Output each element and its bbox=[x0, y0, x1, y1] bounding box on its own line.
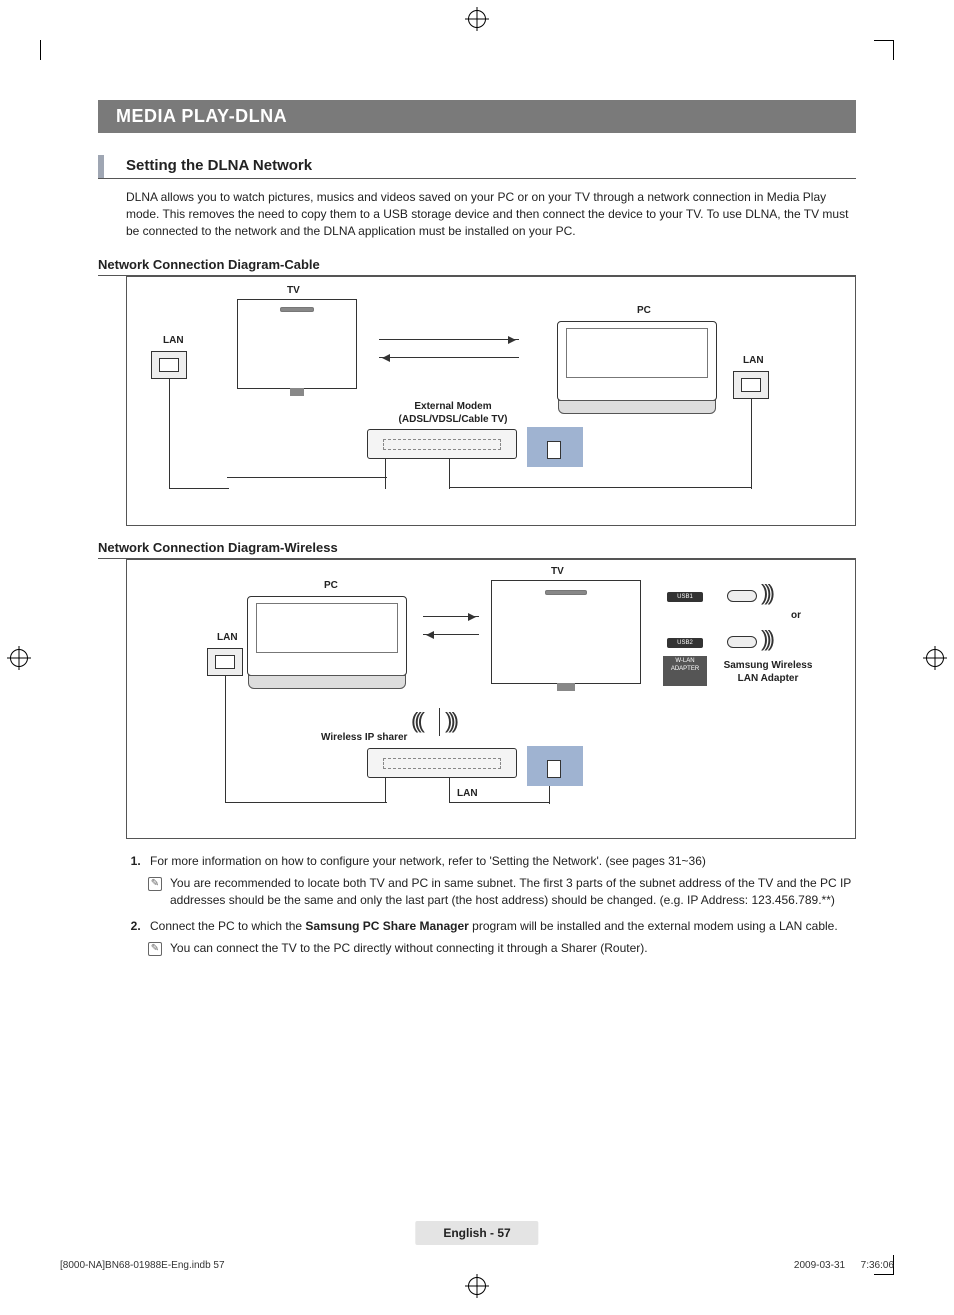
label-or: or bbox=[791, 610, 801, 621]
dongle-icon bbox=[727, 590, 757, 602]
arrow-icon bbox=[423, 634, 479, 635]
note-icon: ✎ bbox=[148, 942, 162, 956]
label-modem-2: (ADSL/VDSL/Cable TV) bbox=[383, 414, 523, 425]
modem-icon bbox=[367, 429, 517, 459]
cable-line bbox=[225, 676, 226, 802]
label-sharer: Wireless IP sharer bbox=[321, 732, 407, 743]
note-row: ✎ You are recommended to locate both TV … bbox=[144, 875, 856, 909]
note-icon: ✎ bbox=[148, 877, 162, 891]
label-lan-right: LAN bbox=[743, 355, 764, 366]
lan-port-icon bbox=[733, 371, 769, 399]
section-marker-icon bbox=[98, 155, 104, 178]
dongle-icon bbox=[727, 636, 757, 648]
tv-icon bbox=[237, 299, 357, 389]
laptop-icon bbox=[247, 596, 407, 676]
cable-line bbox=[449, 459, 450, 489]
label-lan-left: LAN bbox=[217, 632, 238, 643]
label-tv: TV bbox=[551, 566, 564, 577]
adapter-port-icon: W-LANADAPTER bbox=[663, 656, 707, 686]
cable-line bbox=[227, 477, 387, 489]
chapter-title: MEDIA PLAY-DLNA bbox=[98, 100, 856, 133]
step-text: Connect the PC to which the Samsung PC S… bbox=[150, 919, 838, 933]
cable-line bbox=[751, 399, 752, 489]
cable-line bbox=[169, 379, 229, 489]
usb-port-icon: USB2 bbox=[667, 638, 703, 648]
note-text: You are recommended to locate both TV an… bbox=[170, 875, 856, 909]
footer-docname: [8000-NA]BN68-01988E-Eng.indb 57 bbox=[60, 1260, 225, 1271]
cable-line bbox=[449, 487, 751, 488]
label-tv: TV bbox=[287, 285, 300, 296]
label-lan-left: LAN bbox=[163, 335, 184, 346]
arrow-icon bbox=[379, 357, 519, 358]
label-pc: PC bbox=[324, 580, 338, 591]
label-lan-bottom: LAN bbox=[457, 788, 478, 799]
lan-port-icon bbox=[207, 648, 243, 676]
wireless-waves-icon: ))) bbox=[445, 708, 455, 734]
note-row: ✎ You can connect the TV to the PC direc… bbox=[144, 940, 856, 957]
arrow-icon bbox=[379, 339, 519, 340]
wireless-waves-icon: ))) bbox=[761, 580, 771, 606]
diagram2-heading: Network Connection Diagram-Wireless bbox=[98, 540, 856, 559]
diagram-wireless: PC LAN TV USB1 ))) or USB2 ))) W-LANADAP… bbox=[126, 559, 856, 839]
step-text: For more information on how to configure… bbox=[150, 854, 706, 868]
footer-timestamp: 2009-03-31 7:36:06 bbox=[794, 1260, 894, 1271]
cable-line bbox=[549, 786, 550, 804]
wall-plate-icon bbox=[527, 746, 583, 786]
page-number: English - 57 bbox=[415, 1221, 538, 1245]
label-adapter-1: Samsung Wireless bbox=[713, 660, 823, 671]
tv-icon bbox=[491, 580, 641, 684]
step-item: For more information on how to configure… bbox=[144, 853, 856, 908]
label-pc: PC bbox=[637, 305, 651, 316]
label-modem-1: External Modem bbox=[383, 401, 523, 412]
wireless-waves-icon: ((( bbox=[411, 708, 421, 734]
section-title: Setting the DLNA Network bbox=[126, 155, 856, 178]
antenna-icon bbox=[439, 708, 440, 736]
cable-line bbox=[449, 802, 549, 803]
step-item: Connect the PC to which the Samsung PC S… bbox=[144, 918, 856, 956]
intro-paragraph: DLNA allows you to watch pictures, music… bbox=[126, 189, 856, 239]
cable-line bbox=[385, 778, 386, 802]
diagram1-heading: Network Connection Diagram-Cable bbox=[98, 257, 856, 276]
step-text-part: Connect the PC to which the bbox=[150, 919, 305, 933]
cable-line bbox=[449, 778, 450, 802]
cable-line bbox=[385, 459, 386, 489]
label-adapter-2: LAN Adapter bbox=[713, 673, 823, 684]
section-header: Setting the DLNA Network bbox=[98, 155, 856, 179]
cable-line bbox=[225, 802, 387, 803]
laptop-icon bbox=[557, 321, 717, 401]
usb-port-icon: USB1 bbox=[667, 592, 703, 602]
wall-plate-icon bbox=[527, 427, 583, 467]
lan-port-icon bbox=[151, 351, 187, 379]
router-icon bbox=[367, 748, 517, 778]
wireless-waves-icon: ))) bbox=[761, 626, 771, 652]
arrow-icon bbox=[423, 616, 479, 617]
step-text-bold: Samsung PC Share Manager bbox=[305, 919, 468, 933]
steps-list: For more information on how to configure… bbox=[126, 853, 856, 956]
step-text-part: program will be installed and the extern… bbox=[469, 919, 838, 933]
diagram-cable: TV LAN PC LAN External Modem (ADSL/VDSL/… bbox=[126, 276, 856, 526]
note-text: You can connect the TV to the PC directl… bbox=[170, 940, 856, 957]
